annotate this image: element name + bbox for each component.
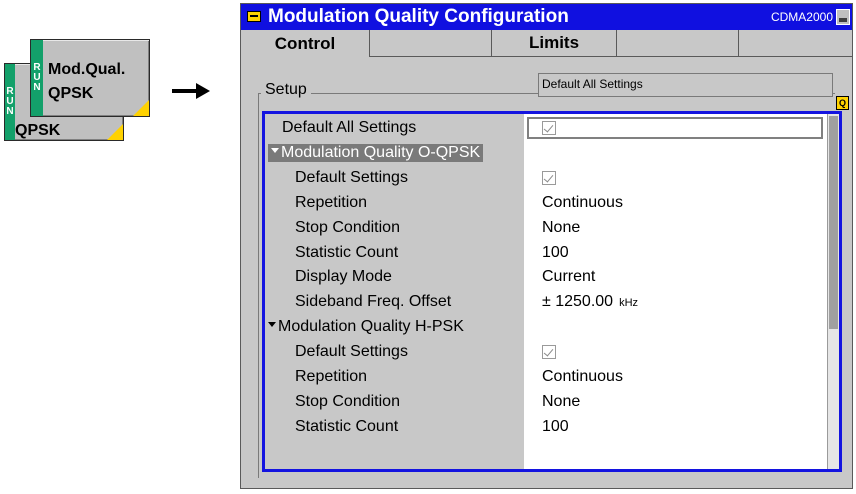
tree-row-text: Repetition [295,368,368,385]
network-standard-label: CDMA2000 [770,10,833,24]
tree-row-label: Display Mode [295,268,392,286]
focus-frame [527,117,823,139]
tree-row[interactable]: Statistic Count 100 [265,241,828,265]
scrollbar-thumb[interactable] [829,116,838,329]
tab-bar: Control Limits [241,30,852,58]
value-text: Continuous [542,193,623,211]
tree-row-label: Default All Settings [282,119,416,137]
minimize-icon[interactable] [836,9,850,25]
tree-row-value[interactable]: None [542,393,580,411]
default-all-settings-button[interactable]: Default All Settings [538,73,833,97]
tree-row-label: Stop Condition [295,219,400,237]
value-text: 100 [542,243,569,261]
tree-row-text: Repetition [295,193,368,211]
tree-row-text: Statistic Count [295,417,399,435]
tree-section-header[interactable]: Modulation Quality H-PSK [265,315,828,339]
tree-row-label: Statistic Count [295,418,398,436]
checkmark-icon[interactable] [542,170,556,185]
tree-row[interactable]: Default Settings [265,166,828,190]
value-text: None [542,218,581,236]
tree-row[interactable]: Repetition Continuous [265,191,828,215]
softkey-label-line1: Mod.Qual. [48,61,126,78]
value-text: Continuous [542,368,623,385]
checkbox-value[interactable] [542,169,556,188]
tree-row-label: Repetition [295,194,367,212]
tab-control[interactable]: Control [241,30,370,57]
checkbox-value[interactable] [542,119,556,138]
window-title: Modulation Quality Configuration [268,6,569,27]
tree-section-header[interactable]: Modulation Quality O-QPSK [265,141,828,165]
tree-row-value[interactable]: 100 [542,418,569,436]
softkey-label: QPSK [15,122,61,139]
query-icon: Q [836,96,849,110]
value-text: Current [542,268,596,286]
tab-empty[interactable] [739,30,852,57]
tree-row-text: Default Settings [295,168,408,186]
tree-row-text: Display Mode [295,268,392,286]
softkey-corner-icon [133,100,149,116]
tree-row-value[interactable]: Continuous [542,194,623,212]
title-bar: Modulation Quality Configuration CDMA200… [241,4,852,30]
arrow-right-icon [172,83,210,99]
tree-row-label: Default Settings [295,169,408,187]
tree-row-text: Statistic Count [295,243,399,261]
tree-row-text: Stop Condition [295,392,400,410]
tree-row-value[interactable]: None [542,219,580,237]
tree-row-text: Default All Settings [282,119,417,136]
tree-row-value[interactable]: 100 [542,244,569,262]
value-text: ± 1250.00 [542,293,614,311]
tree-row-label: Sideband Freq. Offset [295,293,451,311]
tree-row-label: Default Settings [295,343,408,361]
tree-row-text: Stop Condition [295,218,400,236]
unit-label: kHz [619,297,639,310]
softkey-corner-icon [107,124,123,140]
tree-row[interactable]: Display Mode Current [265,265,828,289]
tree-row-value[interactable]: Current [542,268,595,286]
tree-row-label: Modulation Quality O-QPSK [268,143,484,162]
tab-empty[interactable] [617,30,739,57]
run-letter: N [33,82,41,93]
tree-row[interactable]: Stop Condition None [265,390,828,414]
settings-tree[interactable]: Default All Settings Modulation Quality O… [262,111,842,472]
scrollbar[interactable] [827,114,839,469]
checkmark-icon[interactable] [542,121,556,135]
tree-row[interactable]: Default Settings [265,340,828,364]
checkmark-icon[interactable] [542,345,556,360]
tree-row[interactable]: Stop Condition None [265,216,828,240]
tree-row-label: Modulation Quality H-PSK [268,318,464,336]
softkey-mod-qual-qpsk[interactable]: R U N Mod.Qual. QPSK [30,39,150,117]
expand-triangle-icon[interactable] [271,148,279,154]
checkbox-value[interactable] [542,343,556,362]
softkey-label-line2: QPSK [48,85,94,102]
tree-row[interactable]: Repetition Continuous [265,365,828,389]
tree-row-value[interactable]: ± 1250.00 kHz [542,293,638,311]
tree-row-value[interactable]: Continuous [542,368,623,386]
tree-row-label: Repetition [295,368,367,386]
tree-row[interactable]: Statistic Count 100 [265,415,828,439]
tree-row[interactable]: Sideband Freq. Offset ± 1250.00 kHz [265,290,828,314]
run-indicator: R U N [31,40,43,116]
tab-limits[interactable]: Limits [492,30,617,57]
tree-row-text: Default Settings [295,343,408,361]
value-text: None [542,392,581,410]
tree-row-text: Modulation Quality H-PSK [278,318,464,336]
tree-row-text: Modulation Quality O-QPSK [281,143,481,161]
value-text: 100 [542,417,569,435]
expand-triangle-icon[interactable] [268,322,276,328]
setup-group-label: Setup [261,81,311,99]
tree-row-text: Sideband Freq. Offset [295,293,452,311]
window-menu-icon[interactable] [247,11,261,22]
run-letter: N [6,106,14,117]
tree-row[interactable]: Default All Settings [265,116,828,140]
setup-group-line [258,93,259,478]
tree-row-label: Stop Condition [295,393,400,411]
tab-empty[interactable] [370,30,492,57]
tree-row-label: Statistic Count [295,244,398,262]
run-indicator: R U N [5,64,15,140]
config-window: Modulation Quality Configuration CDMA200… [240,3,853,489]
